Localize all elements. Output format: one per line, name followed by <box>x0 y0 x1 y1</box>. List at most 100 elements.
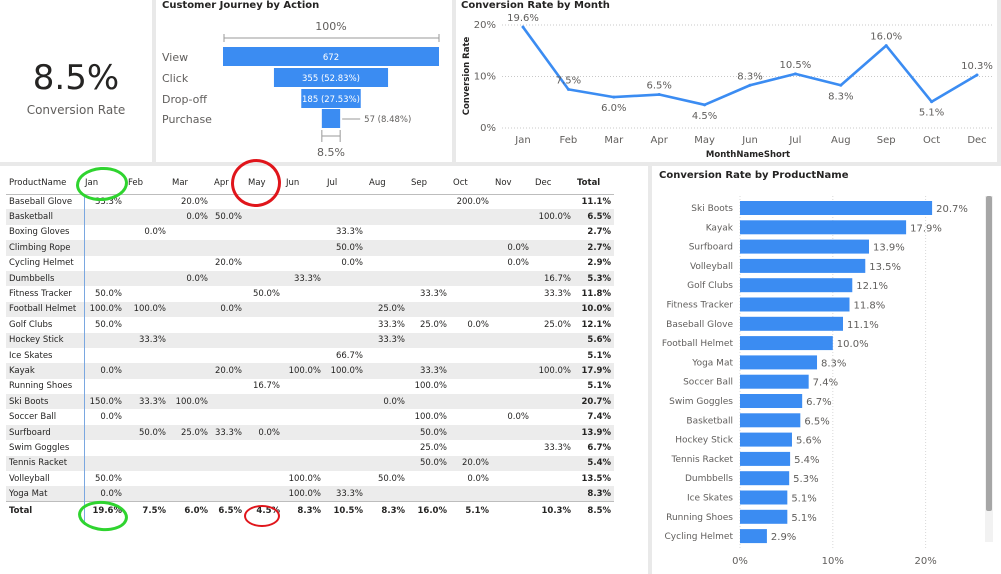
bar[interactable] <box>740 509 788 524</box>
column-header-feb[interactable]: Feb <box>125 172 169 195</box>
bar[interactable] <box>740 220 907 235</box>
column-divider <box>84 195 85 525</box>
table-row[interactable]: Hockey Stick 33.3% 33.3% 5.6% <box>6 332 614 348</box>
column-header-jul[interactable]: Jul <box>324 172 366 195</box>
bar[interactable] <box>740 394 803 408</box>
table-cell: 25.0% <box>366 301 408 318</box>
table-row[interactable]: Golf Clubs 50.0% 33.3% 25.0% 0.0% 25.0% 12.1% <box>6 317 614 332</box>
row-header: Baseball Glove <box>9 196 73 207</box>
line-point[interactable] <box>930 100 934 104</box>
table-cell <box>169 301 211 318</box>
bar[interactable] <box>740 336 833 351</box>
table-cell <box>408 240 450 256</box>
line-series[interactable] <box>521 26 978 107</box>
table-cell <box>211 455 245 472</box>
bar-category-label: Ice Skates <box>687 494 733 504</box>
line-point[interactable] <box>612 95 616 99</box>
funnel-bar[interactable] <box>321 109 341 128</box>
table-cell <box>450 424 492 441</box>
column-header-jun[interactable]: Jun <box>283 172 324 195</box>
column-header-total[interactable]: Total <box>574 172 614 195</box>
matrix-table[interactable]: ProductName Jan Feb Mar Apr May Jun Jul Aug Sep Oc… <box>6 172 614 520</box>
table-row[interactable]: Climbing Rope 50.0% 0.0% 2.7% <box>6 240 614 256</box>
table-cell <box>532 240 574 256</box>
table-row[interactable]: Tennis Racket 50.0% 20.0% 5.4% <box>6 455 614 472</box>
column-header-mar[interactable]: Mar <box>169 172 211 195</box>
table-row[interactable]: Volleyball 50.0% 100.0% 50.0% 0.0% 13.5% <box>6 471 614 486</box>
bar[interactable] <box>740 471 790 486</box>
table-row[interactable]: Fitness Tracker 50.0% 50.0% 33.3% 33.3% 11.8% <box>6 286 614 301</box>
bar[interactable] <box>740 451 791 466</box>
line-point[interactable] <box>521 25 525 29</box>
column-header-oct[interactable]: Oct <box>450 172 492 195</box>
table-cell <box>324 379 366 394</box>
bar[interactable] <box>740 297 850 312</box>
table-row[interactable]: Basketball 0.0% 50.0% 100.0% 6.5% <box>6 209 614 225</box>
funnel-stage-label: View <box>162 51 188 64</box>
table-cell: 33.3% <box>211 424 245 441</box>
row-total: 2.7% <box>574 240 614 256</box>
line-point[interactable] <box>793 72 797 76</box>
bar-x-tick: 0% <box>732 556 748 567</box>
line-point[interactable] <box>839 83 843 87</box>
scrollbar-thumb[interactable] <box>986 196 992 511</box>
bar[interactable] <box>740 374 809 389</box>
column-header-sep[interactable]: Sep <box>408 172 450 195</box>
bar[interactable] <box>740 432 792 447</box>
table-row[interactable]: Yoga Mat 0.0% 100.0% 33.3% 8.3% <box>6 486 614 502</box>
table-cell <box>324 394 366 410</box>
table-cell <box>450 440 492 455</box>
line-point[interactable] <box>884 44 888 48</box>
line-point[interactable] <box>703 103 707 107</box>
line-point[interactable] <box>566 87 570 91</box>
table-cell <box>366 440 408 455</box>
bar[interactable] <box>740 413 801 428</box>
table-cell: 33.3% <box>125 332 169 348</box>
bar[interactable] <box>740 201 933 215</box>
funnel-chart-panel[interactable]: Customer Journey by Action 100% View 672 Cl… <box>156 0 452 162</box>
bar-data-label: 5.4% <box>794 455 819 466</box>
column-header-dec[interactable]: Dec <box>532 172 574 195</box>
table-cell: 0.0% <box>245 424 283 441</box>
table-cell <box>283 209 324 225</box>
bar[interactable] <box>740 278 853 293</box>
table-cell: 150.0% <box>82 394 125 410</box>
table-cell <box>366 270 408 287</box>
table-row[interactable]: Surfboard 50.0% 25.0% 33.3% 0.0% 50.0% 13.9% <box>6 424 614 441</box>
bar-chart-panel[interactable]: Conversion Rate by ProductName 0% 10% 20% S… <box>652 166 1001 574</box>
table-row[interactable]: Boxing Gloves 0.0% 33.3% 2.7% <box>6 225 614 240</box>
table-row[interactable]: Dumbbells 0.0% 33.3% 16.7% 5.3% <box>6 270 614 287</box>
table-cell <box>245 256 283 271</box>
bar[interactable] <box>740 355 818 370</box>
column-header-nov[interactable]: Nov <box>492 172 532 195</box>
bar[interactable] <box>740 529 767 544</box>
bar-category-label: Kayak <box>706 223 734 233</box>
row-total: 5.3% <box>574 270 614 287</box>
bar[interactable] <box>740 258 866 273</box>
table-cell <box>82 256 125 271</box>
line-chart-panel[interactable]: Conversion Rate by Month 0% 10% 20% Convers… <box>456 0 997 162</box>
table-cell <box>82 209 125 225</box>
table-row[interactable]: Soccer Ball 0.0% 100.0% 0.0% 7.4% <box>6 409 614 424</box>
table-row[interactable]: Kayak 0.0% 20.0% 100.0% 100.0% 33.3% 100.0% 17.… <box>6 363 614 379</box>
column-header-productname[interactable]: ProductName <box>6 172 82 195</box>
line-point[interactable] <box>748 83 752 87</box>
line-point[interactable] <box>975 73 979 77</box>
bar[interactable] <box>740 316 844 331</box>
bar[interactable] <box>740 490 788 505</box>
table-row[interactable]: Swim Goggles 25.0% 33.3% 6.7% <box>6 440 614 455</box>
line-point[interactable] <box>657 93 661 97</box>
table-cell <box>211 225 245 240</box>
kpi-card[interactable]: 8.5% Conversion Rate <box>0 0 152 162</box>
table-row[interactable]: Running Shoes 16.7% 100.0% 5.1% <box>6 379 614 394</box>
table-row[interactable]: Ski Boots 150.0% 33.3% 100.0% 0.0% 20.7% <box>6 394 614 410</box>
table-row[interactable]: Ice Skates 66.7% 5.1% <box>6 348 614 363</box>
table-cell <box>283 240 324 256</box>
column-header-aug[interactable]: Aug <box>366 172 408 195</box>
table-row[interactable]: Football Helmet 100.0% 100.0% 0.0% 25.0% 10.0… <box>6 301 614 318</box>
bar[interactable] <box>740 239 869 254</box>
table-row[interactable]: Cycling Helmet 20.0% 0.0% 0.0% 2.9% <box>6 256 614 271</box>
table-cell <box>324 209 366 225</box>
total-cell: 5.1% <box>450 501 492 520</box>
row-total: 6.7% <box>587 442 611 453</box>
